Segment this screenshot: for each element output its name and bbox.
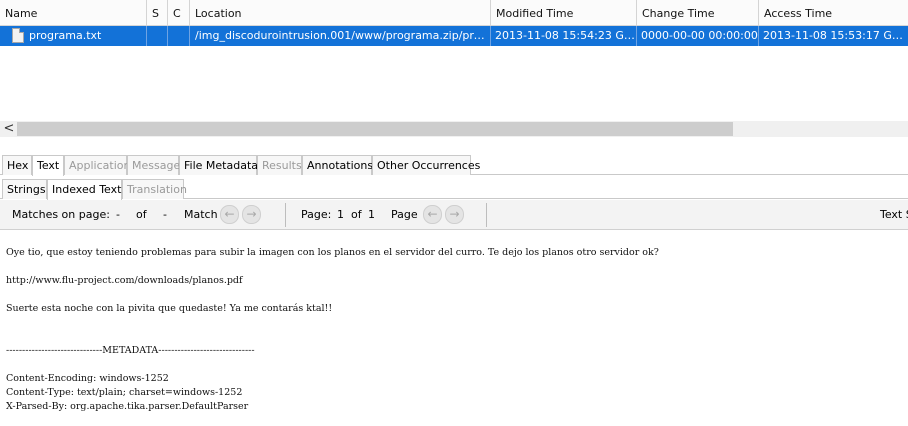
tab-indexed-text[interactable]: Indexed Text [47, 179, 122, 200]
content-line: X-Parsed-By: org.apache.tika.parser.Defa… [6, 401, 249, 412]
content-line: ------------------------------METADATA--… [6, 345, 255, 356]
next-page-icon[interactable]: → [445, 205, 464, 224]
tab-results[interactable]: Results [257, 155, 302, 175]
cell-s[interactable] [147, 26, 168, 46]
matches-current-value: - [116, 208, 120, 221]
column-header-c[interactable]: C [168, 0, 190, 26]
column-header-modified-time[interactable]: Modified Time [491, 0, 637, 26]
match-label: Match [184, 208, 218, 221]
column-header-access-time[interactable]: Access Time [759, 0, 908, 26]
matches-of-label: of [136, 208, 147, 221]
viewer-tab-bar: Hex Text Application Message File Metada… [0, 155, 908, 176]
page-of-label: of [351, 208, 362, 221]
results-table: Name S C Location Modified Time Change T… [0, 0, 908, 121]
tab-application[interactable]: Application [64, 155, 130, 175]
page-nav-label: Page [391, 208, 418, 221]
table-header: Name S C Location Modified Time Change T… [0, 0, 908, 26]
cell-modified-time[interactable]: 2013-11-08 15:54:23 GMT [491, 26, 637, 46]
matches-on-page-label: Matches on page: [12, 208, 110, 221]
next-match-icon[interactable]: → [242, 205, 261, 224]
tab-annotations[interactable]: Annotations [302, 155, 373, 175]
content-line: http://www.flu-project.com/downloads/pla… [6, 275, 243, 286]
tab-hex[interactable]: Hex [2, 155, 32, 175]
column-header-s[interactable]: S [147, 0, 168, 26]
content-line: Content-Encoding: windows-1252 [6, 373, 169, 384]
file-name: programa.txt [29, 29, 102, 42]
cell-c[interactable] [168, 26, 190, 46]
content-line: Oye tio, que estoy teniendo problemas pa… [6, 247, 659, 258]
tab-strings[interactable]: Strings [2, 179, 47, 199]
column-header-location[interactable]: Location [190, 0, 491, 26]
previous-match-icon[interactable]: ← [220, 205, 239, 224]
horizontal-scrollbar[interactable]: < [0, 121, 908, 137]
page-label: Page: [301, 208, 332, 221]
cell-change-time[interactable]: 0000-00-00 00:00:00 [637, 26, 759, 46]
tab-text[interactable]: Text [32, 155, 64, 176]
column-header-change-time[interactable]: Change Time [637, 0, 759, 26]
cell-name[interactable]: programa.txt [0, 26, 147, 46]
cell-access-time[interactable]: 2013-11-08 15:53:17 GMT [759, 26, 908, 46]
tab-translation[interactable]: Translation [122, 179, 187, 199]
text-size-label: Text Size: [880, 208, 908, 221]
tab-file-metadata[interactable]: File Metadata [179, 155, 258, 175]
matches-total-value: - [163, 208, 167, 221]
content-line: Content-Type: text/plain; charset=window… [6, 387, 243, 398]
text-viewer-toolbar: Matches on page: - of - Match ← → Page: … [0, 200, 908, 230]
tab-message[interactable]: Message [127, 155, 180, 175]
file-icon [12, 28, 24, 43]
scrollbar-thumb[interactable] [17, 122, 733, 136]
tab-other-occurrences[interactable]: Other Occurrences [372, 155, 480, 175]
page-current-value: 1 [337, 208, 344, 221]
toolbar-divider [285, 203, 286, 227]
page-total-value: 1 [368, 208, 375, 221]
scroll-left-arrow-icon[interactable]: < [2, 121, 16, 137]
content-line: Suerte esta noche con la pivita que qued… [6, 303, 333, 314]
column-header-name[interactable]: Name [0, 0, 147, 26]
cell-location[interactable]: /img_discodurointrusion.001/www/programa… [190, 26, 491, 46]
previous-page-icon[interactable]: ← [423, 205, 442, 224]
table-row[interactable]: programa.txt /img_discodurointrusion.001… [0, 26, 908, 46]
toolbar-divider [486, 203, 487, 227]
text-subtab-bar: Strings Indexed Text Translation [0, 179, 908, 200]
indexed-text-content[interactable]: Oye tio, que estoy teniendo problemas pa… [0, 231, 908, 426]
